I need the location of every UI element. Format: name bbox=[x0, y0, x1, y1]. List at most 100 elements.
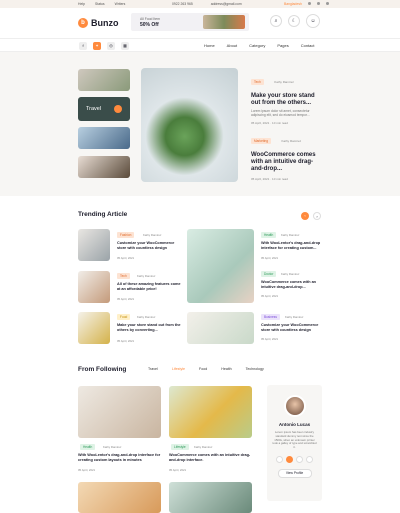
arrow-circle-icon[interactable] bbox=[114, 105, 122, 113]
user-icon[interactable]: ☺ bbox=[306, 14, 320, 28]
tab-technology[interactable]: Technology bbox=[246, 367, 264, 371]
following-post-title[interactable]: WooCommerce comes with an intuitive drag… bbox=[169, 453, 255, 463]
trending-tag[interactable]: Food bbox=[117, 314, 131, 320]
following-author[interactable]: Kathy Ramirez bbox=[103, 445, 121, 449]
post-author[interactable]: Kathy Ramirez bbox=[274, 80, 294, 84]
menu-home[interactable]: Home bbox=[204, 43, 215, 48]
trending-author[interactable]: Kathy Ramirez bbox=[143, 233, 161, 237]
search-icon[interactable]: ⌕ bbox=[270, 15, 282, 27]
trending-tag[interactable]: Fashion bbox=[117, 232, 135, 238]
trending-author[interactable]: Kathy Ramirez bbox=[137, 315, 155, 319]
nav-facebook-icon[interactable]: f bbox=[79, 42, 87, 50]
trending-image[interactable] bbox=[78, 271, 110, 303]
tab-food[interactable]: Food bbox=[199, 367, 207, 371]
email-text: address@gmail.com bbox=[210, 2, 242, 6]
trending-title-text[interactable]: With WooLentor's drag-and-drop interface… bbox=[261, 241, 325, 251]
top-bar: Help Status Writers 0922 263 965 address… bbox=[0, 0, 400, 8]
hero-thumb-travel[interactable]: Travel bbox=[78, 97, 130, 121]
trending-image[interactable] bbox=[78, 229, 110, 261]
top-link-help[interactable]: Help bbox=[78, 2, 85, 6]
trending-tag[interactable]: Tech bbox=[117, 273, 130, 279]
main-nav: f ✦ ◎ ▦ Home About Category Pages Contac… bbox=[0, 38, 400, 52]
top-link-writers[interactable]: Writers bbox=[115, 2, 126, 6]
hero-thumb-workspace[interactable] bbox=[78, 69, 130, 91]
post-title[interactable]: WooCommerce comes with an intuitive drag… bbox=[251, 152, 325, 173]
promo-subtitle: All Food Item bbox=[140, 17, 160, 21]
following-post-title[interactable]: With WooLentor's drag-and-drop interface… bbox=[78, 453, 164, 463]
dribbble-icon[interactable] bbox=[286, 455, 293, 463]
nav-active-icon[interactable]: ✦ bbox=[93, 42, 101, 50]
trending-author[interactable]: Kathy Ramirez bbox=[285, 315, 303, 319]
trending-author[interactable]: Kathy Ramirez bbox=[281, 272, 299, 276]
view-profile-label: View Profile bbox=[285, 470, 304, 475]
instagram-icon[interactable] bbox=[296, 455, 303, 463]
hero-salad-image[interactable] bbox=[141, 68, 238, 182]
post-tag[interactable]: Tech bbox=[251, 79, 264, 85]
following-title: From Following bbox=[78, 366, 127, 373]
language-select[interactable]: Bangladesh bbox=[284, 2, 302, 6]
author-profile-card: Antonio Lucas Lorem ipsum has been indus… bbox=[267, 385, 322, 501]
promo-title: 50% Off bbox=[140, 22, 159, 28]
profile-name[interactable]: Antonio Lucas bbox=[267, 422, 322, 427]
trending-shelf-image[interactable] bbox=[187, 312, 254, 344]
trending-feature-image[interactable] bbox=[187, 229, 254, 303]
site-logo[interactable]: b Bunzo bbox=[78, 18, 119, 28]
following-tag[interactable]: Health bbox=[80, 444, 96, 450]
menu-about[interactable]: About bbox=[227, 43, 237, 48]
trending-date: 05 April, 2021 bbox=[117, 297, 135, 301]
trending-date: 05 April, 2021 bbox=[261, 256, 279, 260]
post-author[interactable]: Kathy Ramirez bbox=[281, 139, 301, 143]
post-title[interactable]: Make your store stand out from the other… bbox=[251, 93, 325, 107]
trending-tag[interactable]: Health bbox=[261, 232, 277, 238]
nav-instagram-icon[interactable]: ◎ bbox=[107, 42, 115, 50]
trending-author[interactable]: Kathy Ramirez bbox=[281, 233, 299, 237]
hero-post-1: Tech Kathy Ramirez Make your store stand… bbox=[251, 70, 325, 125]
trending-title: Trending Article bbox=[78, 211, 128, 218]
hero-post-2: Marketing Kathy Ramirez WooCommerce come… bbox=[251, 129, 325, 181]
theme-toggle-icon[interactable]: ☾ bbox=[288, 15, 300, 27]
linkedin-icon[interactable] bbox=[306, 455, 313, 463]
facebook-icon[interactable] bbox=[276, 455, 283, 463]
following-author[interactable]: Kathy Ramirez bbox=[194, 445, 212, 449]
promo-food-image bbox=[203, 15, 245, 29]
prev-arrow-icon[interactable]: ‹ bbox=[301, 212, 309, 220]
menu-contact[interactable]: Contact bbox=[301, 43, 315, 48]
following-date: 05 April, 2021 bbox=[169, 468, 187, 472]
trending-date: 05 April, 2021 bbox=[117, 339, 135, 343]
twitter-icon[interactable] bbox=[316, 2, 320, 5]
nav-grid-icon[interactable]: ▦ bbox=[121, 42, 129, 50]
following-image-woman[interactable] bbox=[169, 482, 252, 513]
following-image-headphones[interactable] bbox=[78, 482, 161, 513]
facebook-icon[interactable] bbox=[307, 2, 311, 5]
trending-tag[interactable]: Doctor bbox=[261, 271, 277, 277]
trending-title-text[interactable]: Make your store stand out from the other… bbox=[117, 323, 183, 333]
following-image-yoga[interactable] bbox=[78, 386, 161, 438]
tab-travel[interactable]: Travel bbox=[148, 367, 158, 371]
post-read-time: 10 min read bbox=[272, 121, 288, 126]
trending-title-text[interactable]: All of these amazing features come at an… bbox=[117, 282, 183, 292]
next-arrow-icon[interactable]: › bbox=[313, 212, 321, 220]
trending-image[interactable] bbox=[78, 312, 110, 344]
menu-category[interactable]: Category bbox=[249, 43, 265, 48]
site-header: b Bunzo All Food Item 50% Off ⌕ ☾ ☺ bbox=[0, 8, 400, 38]
following-tag[interactable]: Lifestyle bbox=[171, 444, 189, 450]
instagram-icon[interactable] bbox=[325, 2, 329, 5]
logo-mark-icon: b bbox=[78, 18, 88, 28]
tab-health[interactable]: Health bbox=[221, 367, 231, 371]
trending-title-text[interactable]: WooCommerce comes with an intuitive drag… bbox=[261, 280, 325, 290]
tab-lifestyle[interactable]: Lifestyle bbox=[172, 367, 185, 371]
avatar[interactable] bbox=[283, 395, 306, 417]
profile-bio: Lorem ipsum has been industry standard d… bbox=[272, 430, 317, 450]
trending-author[interactable]: Kathy Ramirez bbox=[137, 274, 155, 278]
promo-banner[interactable]: All Food Item 50% Off bbox=[131, 13, 249, 31]
hero-thumb-watch[interactable] bbox=[78, 156, 130, 178]
trending-title-text[interactable]: Customize your WooCommerce store with co… bbox=[117, 241, 183, 251]
trending-title-text[interactable]: Customize your WooCommerce store with co… bbox=[261, 323, 325, 333]
following-image-flowers[interactable] bbox=[169, 386, 252, 438]
hero-thumb-office[interactable] bbox=[78, 127, 130, 149]
view-profile-button[interactable]: View Profile bbox=[277, 468, 312, 478]
menu-pages[interactable]: Pages bbox=[277, 43, 288, 48]
post-tag[interactable]: Marketing bbox=[251, 138, 271, 144]
trending-tag[interactable]: Business bbox=[261, 314, 280, 320]
top-link-status[interactable]: Status bbox=[95, 2, 105, 6]
